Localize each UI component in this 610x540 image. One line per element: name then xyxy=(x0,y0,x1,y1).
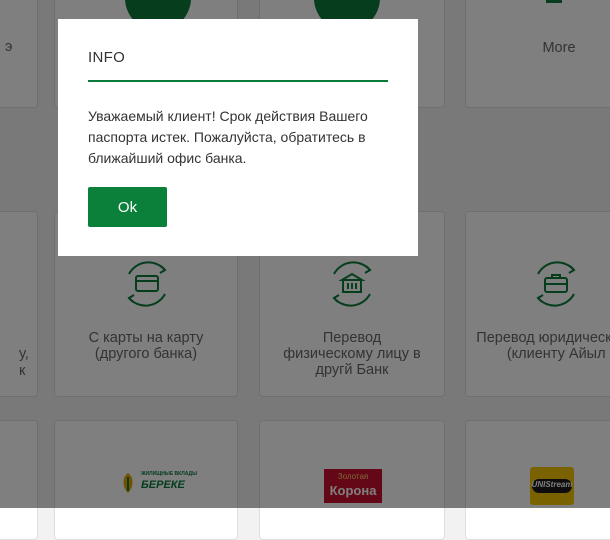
dialog-divider xyxy=(88,80,388,82)
dialog-message: Уважаемый клиент! Срок действия Вашего п… xyxy=(88,108,368,166)
ok-button[interactable]: Ok xyxy=(88,187,167,227)
dialog-title: INFO xyxy=(88,49,126,66)
info-dialog: INFO Уважаемый клиент! Срок действия Ваш… xyxy=(58,19,418,256)
